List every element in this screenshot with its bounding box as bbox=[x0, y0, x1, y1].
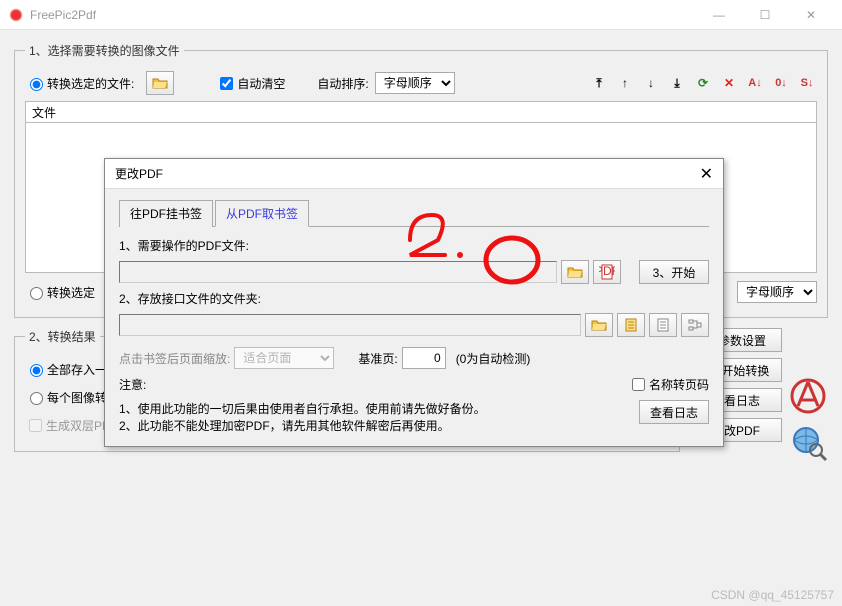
open-pdf-reader-button[interactable]: PDF bbox=[593, 260, 621, 284]
browse-output-folder-button[interactable] bbox=[585, 313, 613, 337]
note-line1: 1、使用此功能的一切后果由使用者自行承担。使用前请先做好备份。 bbox=[119, 400, 629, 417]
zoom-after-bookmark-label: 点击书签后页面缩放: bbox=[119, 350, 230, 367]
modify-pdf-dialog: 更改PDF ✕ 往PDF挂书签 从PDF取书签 1、需要操作的PDF文件: PD… bbox=[104, 158, 724, 447]
sort-09-icon[interactable]: 0↓ bbox=[771, 73, 791, 93]
list-toolbar: ⤒ ↑ ↓ ⤓ ⟳ ✕ A↓ 0↓ S↓ bbox=[589, 73, 817, 93]
dialog-title: 更改PDF bbox=[115, 165, 683, 182]
checkbox-name-to-pagecode[interactable]: 名称转页码 bbox=[628, 375, 709, 394]
window-titlebar: FreePic2Pdf — ☐ ✕ bbox=[0, 0, 842, 30]
globe-search-icon[interactable] bbox=[788, 422, 828, 462]
file-column-header[interactable]: 文件 bbox=[32, 104, 56, 121]
open-tree-button[interactable] bbox=[681, 313, 709, 337]
folder-sort-select[interactable]: 字母顺序 bbox=[737, 281, 817, 303]
open-notes-button[interactable] bbox=[617, 313, 645, 337]
minimize-button[interactable]: — bbox=[696, 0, 742, 30]
dialog-titlebar: 更改PDF ✕ bbox=[105, 159, 723, 189]
zoom-mode-select[interactable]: 适合页面 bbox=[234, 347, 334, 369]
base-page-input[interactable] bbox=[402, 347, 446, 369]
dialog-view-log-button[interactable]: 查看日志 bbox=[639, 400, 709, 424]
browse-pdf-button[interactable] bbox=[561, 260, 589, 284]
adobe-reader-icon[interactable] bbox=[788, 376, 828, 416]
tab-extract-bookmark[interactable]: 从PDF取书签 bbox=[215, 200, 309, 227]
move-bottom-icon[interactable]: ⤓ bbox=[667, 73, 687, 93]
move-up-icon[interactable]: ↑ bbox=[615, 73, 635, 93]
auto-sort-label: 自动排序: bbox=[317, 75, 368, 92]
radio-convert-folder[interactable]: 转换选定 bbox=[25, 284, 95, 301]
maximize-button[interactable]: ☐ bbox=[742, 0, 788, 30]
watermark: CSDN @qq_45125757 bbox=[711, 588, 834, 602]
delete-icon[interactable]: ✕ bbox=[719, 73, 739, 93]
open-list-button[interactable] bbox=[649, 313, 677, 337]
radio-convert-selected[interactable]: 转换选定的文件: bbox=[25, 75, 134, 92]
base-page-hint: (0为自动检测) bbox=[456, 350, 531, 367]
auto-sort-select[interactable]: 字母顺序 bbox=[375, 72, 455, 94]
sort-az-icon[interactable]: A↓ bbox=[745, 73, 765, 93]
dialog-tabs: 往PDF挂书签 从PDF取书签 bbox=[119, 199, 709, 227]
label-pdf-file: 1、需要操作的PDF文件: bbox=[119, 237, 709, 254]
base-page-label: 基准页: bbox=[358, 350, 397, 367]
svg-text:PDF: PDF bbox=[599, 264, 615, 278]
sort-size-icon[interactable]: S↓ bbox=[797, 73, 817, 93]
note-line2: 2、此功能不能处理加密PDF，请先用其他软件解密后再使用。 bbox=[119, 417, 629, 434]
move-top-icon[interactable]: ⤒ bbox=[589, 73, 609, 93]
dialog-start-button[interactable]: 3、开始 bbox=[639, 260, 709, 284]
app-icon bbox=[8, 7, 24, 23]
open-files-button[interactable] bbox=[146, 71, 174, 95]
dialog-close-button[interactable]: ✕ bbox=[683, 164, 713, 184]
radio-all-one-pdf[interactable]: 全部存入一 bbox=[25, 361, 107, 378]
refresh-icon[interactable]: ⟳ bbox=[693, 73, 713, 93]
close-button[interactable]: ✕ bbox=[788, 0, 834, 30]
label-output-folder: 2、存放接口文件的文件夹: bbox=[119, 290, 709, 307]
checkbox-auto-clear[interactable]: 自动清空 bbox=[216, 74, 285, 93]
group2-legend: 2、转换结果 bbox=[25, 328, 100, 345]
output-folder-path-input[interactable] bbox=[119, 314, 581, 336]
file-list-header: 文件 bbox=[25, 101, 817, 123]
pdf-file-path-input[interactable] bbox=[119, 261, 557, 283]
group1-legend: 1、选择需要转换的图像文件 bbox=[25, 42, 184, 59]
move-down-icon[interactable]: ↓ bbox=[641, 73, 661, 93]
window-title: FreePic2Pdf bbox=[30, 8, 696, 22]
tab-attach-bookmark[interactable]: 往PDF挂书签 bbox=[119, 200, 213, 227]
note-label: 注意: bbox=[119, 376, 146, 393]
